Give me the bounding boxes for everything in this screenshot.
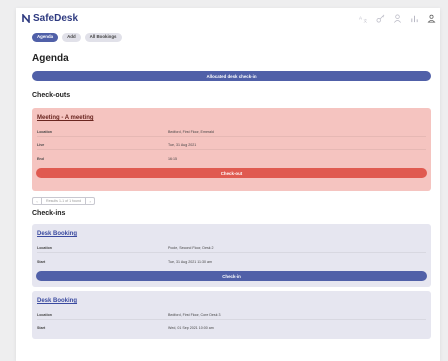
row-label: Location — [37, 313, 52, 317]
pager-next-button[interactable]: › — [86, 198, 94, 204]
pager-prev-button[interactable]: ‹ — [33, 198, 41, 204]
row-label: Start — [37, 259, 46, 264]
checkout-row-live: Live Tue, 31 Aug 2021 — [37, 141, 426, 150]
brand-name: SafeDesk — [33, 13, 79, 24]
checkin-card: Desk Booking Location Bedford, First Flo… — [32, 291, 431, 339]
svg-text:文: 文 — [364, 18, 368, 23]
checkouts-heading: Check-outs — [32, 92, 71, 99]
allocated-desk-checkin-button[interactable]: Allocated desk check-in — [32, 71, 431, 81]
safedesk-logo-icon — [22, 14, 30, 23]
app-window: SafeDesk A 文 Agenda Add All Bookings Age… — [16, 8, 440, 361]
checkins-heading: Check-ins — [32, 210, 66, 217]
tab-add[interactable]: Add — [62, 33, 81, 42]
row-value: 16:15 — [168, 156, 177, 161]
top-bar: SafeDesk A 文 — [16, 8, 440, 30]
row-label: End — [37, 156, 44, 161]
svg-text:A: A — [359, 15, 362, 20]
checkin-row-location: Location Poole, Second Floor, Desk 2 — [37, 244, 426, 253]
row-value: Wed, 01 Sep 2021 10:00 am — [168, 325, 214, 330]
translate-icon[interactable]: A 文 — [359, 14, 368, 23]
row-label: Location — [37, 130, 52, 134]
logout-icon[interactable] — [427, 14, 436, 23]
row-label: Location — [37, 246, 52, 250]
check-in-button[interactable]: Check-in — [36, 271, 427, 281]
chart-icon[interactable] — [410, 14, 419, 23]
brand-logo[interactable]: SafeDesk — [22, 13, 78, 24]
key-icon[interactable] — [376, 14, 385, 23]
checkin-card-title[interactable]: Desk Booking — [37, 298, 77, 304]
checkin-row-location: Location Bedford, First Floor, Core Desk… — [37, 311, 426, 320]
tab-agenda[interactable]: Agenda — [32, 33, 59, 42]
checkin-row-start: Start Wed, 01 Sep 2021 10:00 am — [37, 323, 426, 332]
checkout-row-location: Location Bedford, First Floor, Emerald — [37, 128, 426, 137]
row-value: Tue, 31 Aug 2021 11:30 am — [168, 259, 212, 264]
checkout-card-title[interactable]: Meeting - A meeting — [37, 115, 94, 121]
page-title: Agenda — [32, 53, 69, 64]
check-out-button[interactable]: Check-out — [36, 168, 427, 178]
row-value: Poole, Second Floor, Desk 2 — [168, 246, 214, 250]
checkin-card: Desk Booking Location Poole, Second Floo… — [32, 224, 431, 287]
tab-bar: Agenda Add All Bookings — [32, 33, 122, 42]
header-icons: A 文 — [359, 14, 436, 23]
row-value: Bedford, First Floor, Emerald — [168, 130, 214, 134]
pagination: ‹ Results 1-1 of 1 found › — [32, 197, 96, 205]
checkin-row-start: Start Tue, 31 Aug 2021 11:30 am — [37, 257, 426, 266]
checkout-row-end: End 16:15 — [37, 154, 426, 163]
pager-results-text: Results 1-1 of 1 found — [41, 198, 87, 204]
checkout-card: Meeting - A meeting Location Bedford, Fi… — [32, 108, 431, 191]
row-label: Start — [37, 325, 46, 330]
row-label: Live — [37, 143, 45, 147]
checkin-card-title[interactable]: Desk Booking — [37, 231, 77, 237]
row-value: Bedford, First Floor, Core Desk 3 — [168, 313, 221, 317]
tab-all-bookings[interactable]: All Bookings — [84, 33, 122, 42]
user-icon[interactable] — [393, 14, 402, 23]
row-value: Tue, 31 Aug 2021 — [168, 143, 197, 147]
